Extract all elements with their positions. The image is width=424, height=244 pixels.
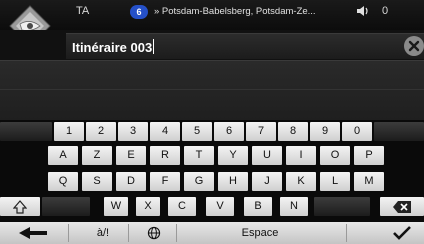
key-1[interactable]: 1 bbox=[54, 122, 84, 141]
key-x[interactable]: X bbox=[136, 197, 160, 216]
count-label: 0 bbox=[382, 5, 389, 17]
clear-input-button[interactable] bbox=[404, 36, 424, 56]
key-7[interactable]: 7 bbox=[246, 122, 276, 141]
separator bbox=[176, 224, 177, 242]
key-blank-row4-right bbox=[314, 197, 370, 216]
key-r[interactable]: R bbox=[150, 146, 180, 165]
globe-icon bbox=[147, 226, 161, 240]
route-number-badge: 6 bbox=[130, 5, 148, 19]
route-name-input[interactable]: Itinéraire 003 bbox=[66, 33, 424, 59]
key-2[interactable]: 2 bbox=[86, 122, 116, 141]
key-0[interactable]: 0 bbox=[342, 122, 372, 141]
confirm-button[interactable] bbox=[380, 222, 424, 244]
key-d[interactable]: D bbox=[116, 172, 146, 191]
key-i[interactable]: I bbox=[286, 146, 316, 165]
key-c[interactable]: C bbox=[168, 197, 196, 216]
key-b[interactable]: B bbox=[244, 197, 272, 216]
separator bbox=[128, 224, 129, 242]
key-u[interactable]: U bbox=[252, 146, 282, 165]
key-h[interactable]: H bbox=[218, 172, 248, 191]
key-e[interactable]: E bbox=[116, 146, 146, 165]
text-caret bbox=[153, 39, 155, 54]
language-key[interactable] bbox=[134, 222, 174, 244]
key-blank-left bbox=[0, 122, 52, 141]
key-p[interactable]: P bbox=[354, 146, 384, 165]
current-street-label: » Potsdam-Babelsberg, Potsdam-Ze... bbox=[154, 6, 316, 17]
back-button[interactable] bbox=[0, 222, 66, 244]
suggestion-list bbox=[0, 60, 424, 120]
separator bbox=[346, 224, 347, 242]
route-name-value: Itinéraire 003 bbox=[72, 40, 153, 55]
key-f[interactable]: F bbox=[150, 172, 180, 191]
key-6[interactable]: 6 bbox=[214, 122, 244, 141]
key-blank-right bbox=[374, 122, 424, 141]
key-g[interactable]: G bbox=[184, 172, 214, 191]
key-s[interactable]: S bbox=[82, 172, 112, 191]
key-4[interactable]: 4 bbox=[150, 122, 180, 141]
key-t[interactable]: T bbox=[184, 146, 214, 165]
arrow-left-icon bbox=[19, 227, 47, 239]
traffic-announcement-label: TA bbox=[76, 5, 90, 17]
space-key[interactable]: Espace bbox=[180, 222, 340, 244]
speaker-icon[interactable] bbox=[356, 4, 370, 18]
key-y[interactable]: Y bbox=[218, 146, 248, 165]
key-3[interactable]: 3 bbox=[118, 122, 148, 141]
key-5[interactable]: 5 bbox=[182, 122, 212, 141]
key-m[interactable]: M bbox=[354, 172, 384, 191]
backspace-key[interactable] bbox=[380, 197, 424, 216]
key-q[interactable]: Q bbox=[48, 172, 78, 191]
close-icon bbox=[408, 40, 420, 52]
key-8[interactable]: 8 bbox=[278, 122, 308, 141]
key-z[interactable]: Z bbox=[82, 146, 112, 165]
backspace-icon bbox=[393, 201, 411, 213]
shift-icon bbox=[12, 200, 28, 214]
key-a[interactable]: A bbox=[48, 146, 78, 165]
key-9[interactable]: 9 bbox=[310, 122, 340, 141]
key-w[interactable]: W bbox=[104, 197, 128, 216]
key-k[interactable]: K bbox=[286, 172, 316, 191]
shift-key[interactable] bbox=[0, 197, 40, 216]
key-j[interactable]: J bbox=[252, 172, 282, 191]
separator bbox=[68, 224, 69, 242]
key-blank-row4-left bbox=[42, 197, 90, 216]
key-v[interactable]: V bbox=[206, 197, 234, 216]
checkmark-icon bbox=[393, 226, 411, 240]
key-o[interactable]: O bbox=[320, 146, 350, 165]
key-n[interactable]: N bbox=[280, 197, 308, 216]
symbols-key[interactable]: à/! bbox=[80, 222, 126, 244]
list-divider bbox=[0, 89, 424, 90]
key-l[interactable]: L bbox=[320, 172, 350, 191]
